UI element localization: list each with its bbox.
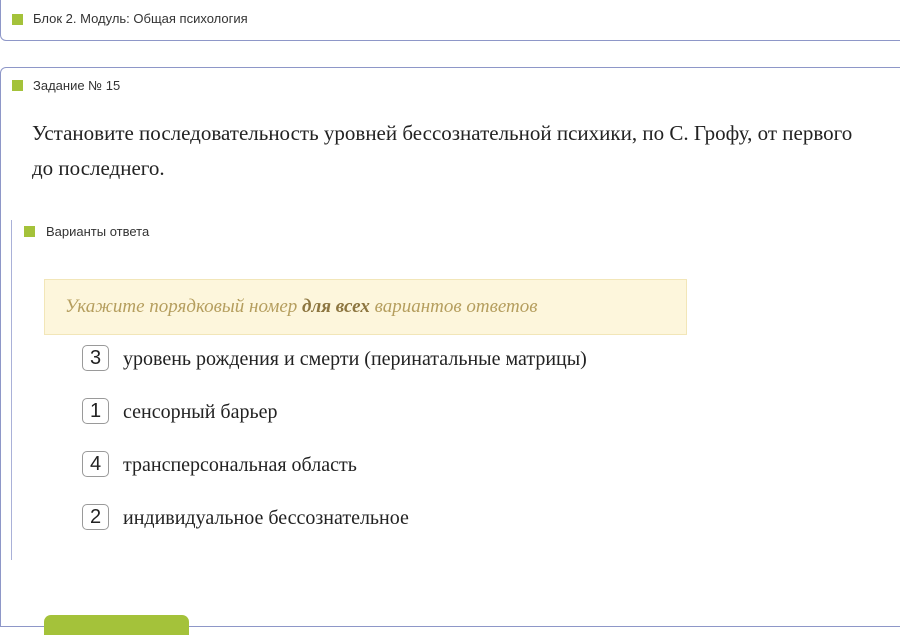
- hint-text-bold: для всех: [302, 296, 370, 317]
- order-number-input[interactable]: 2: [82, 504, 109, 530]
- answers-section: Варианты ответа Укажите порядковый номер…: [11, 220, 892, 635]
- answer-option-text: сенсорный барьер: [123, 401, 278, 423]
- block-header: Блок 2. Модуль: Общая психология: [0, 0, 900, 41]
- answers-marker-icon: [24, 226, 35, 237]
- order-number-input[interactable]: 1: [82, 398, 109, 424]
- order-number-input[interactable]: 3: [82, 345, 109, 371]
- task-title: Задание № 15: [33, 78, 121, 93]
- order-number-input[interactable]: 4: [82, 451, 109, 477]
- answer-option-text: трансперсональная область: [123, 454, 357, 476]
- answer-option-text: индивидуальное бессознательное: [123, 507, 409, 529]
- hint-box: Укажите порядковый номер для всех вариан…: [44, 279, 687, 335]
- question-text: Установите последовательность уровней бе…: [32, 121, 853, 180]
- hint-text-after: вариантов ответов: [369, 296, 538, 317]
- hint-text-before: Укажите порядковый номер: [65, 296, 303, 317]
- block-marker-icon: [12, 14, 23, 25]
- task-panel: Задание № 15 Установите последовательнос…: [0, 67, 900, 635]
- task-marker-icon: [12, 80, 23, 91]
- submit-button[interactable]: [44, 615, 189, 635]
- answers-title: Варианты ответа: [46, 224, 150, 239]
- answer-option-text: уровень рождения и смерти (перинатальные…: [123, 348, 587, 370]
- block-title: Блок 2. Модуль: Общая психология: [33, 11, 248, 26]
